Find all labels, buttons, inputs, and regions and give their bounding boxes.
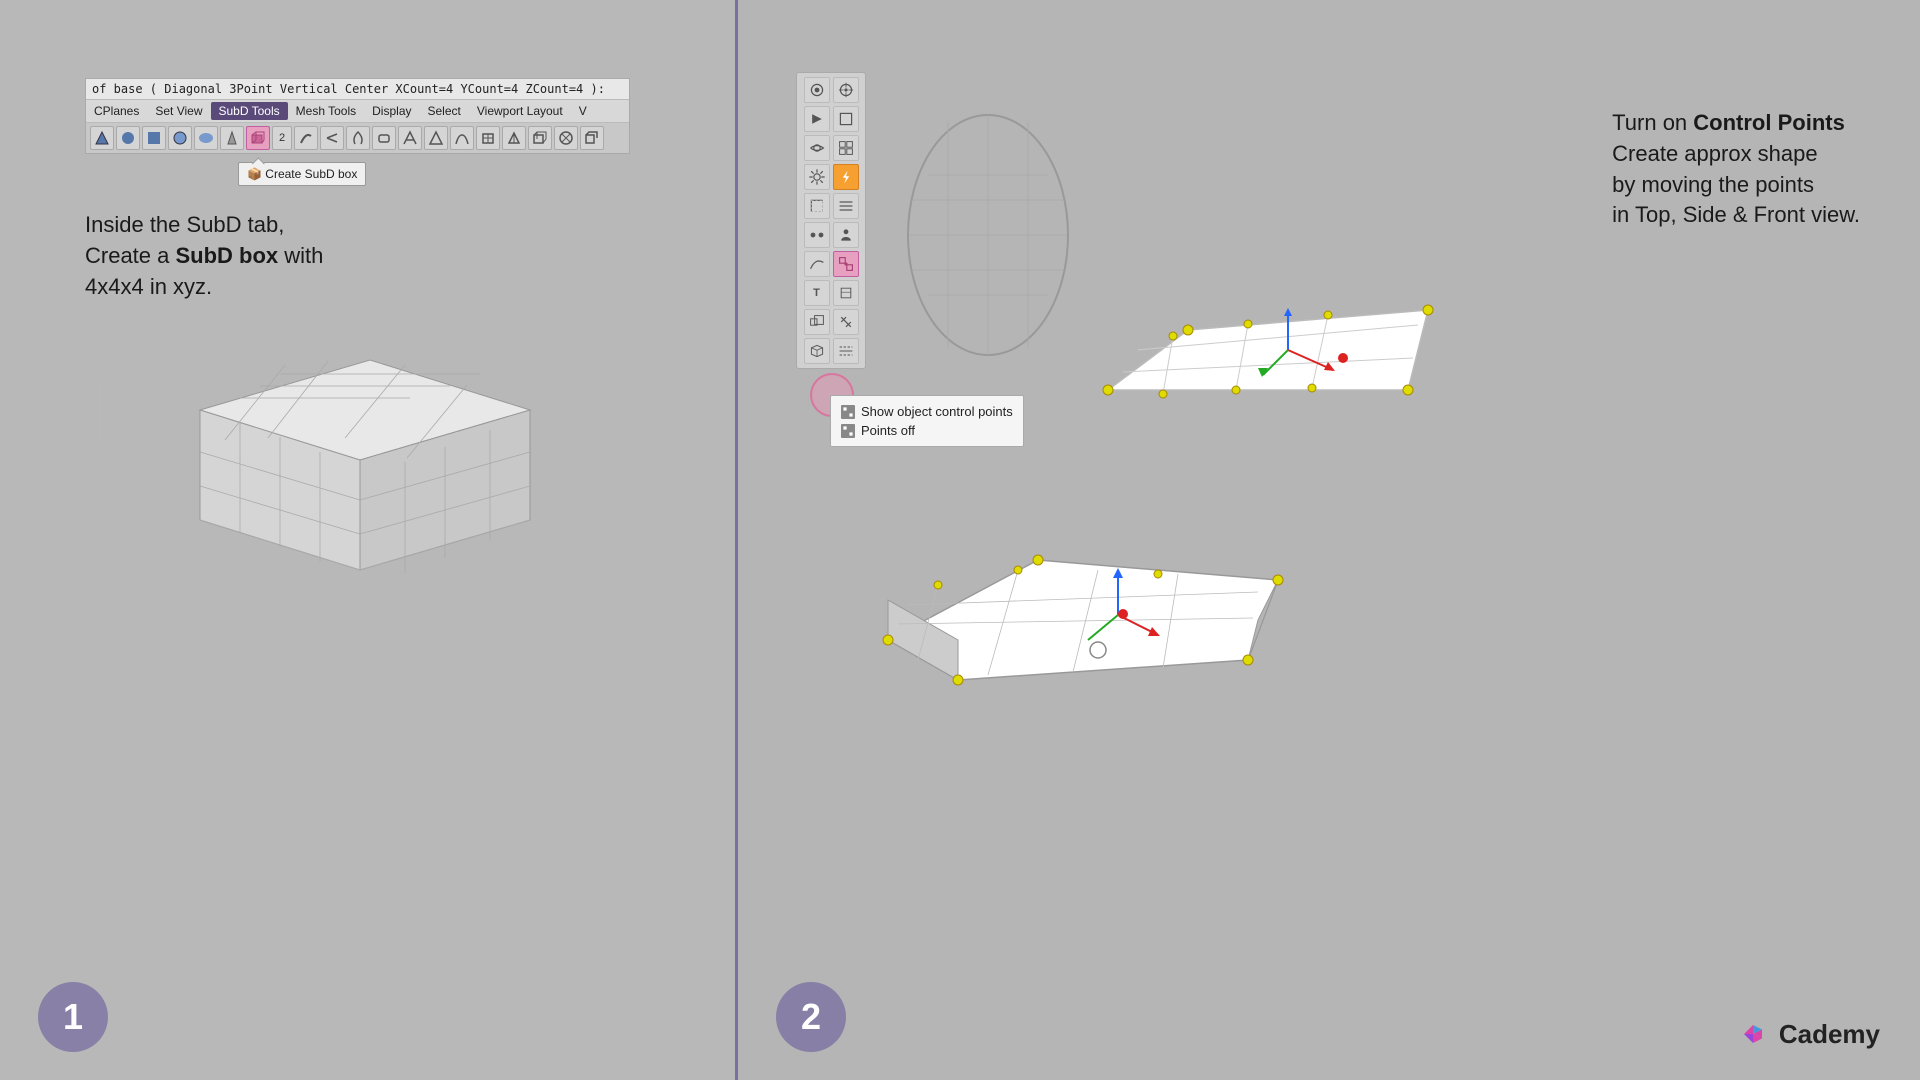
menu-setview[interactable]: Set View <box>147 102 210 120</box>
step-number-2: 2 <box>776 982 846 1052</box>
rt-btn-lines[interactable] <box>833 193 859 219</box>
rt-row-7 <box>801 251 861 277</box>
tool-btn-4[interactable] <box>168 126 192 150</box>
rt-row-9 <box>801 309 861 335</box>
instruction-line2-right: Create approx shape <box>1612 139 1860 170</box>
rt-btn-target[interactable] <box>833 77 859 103</box>
rt-row-10 <box>801 338 861 364</box>
context-item-2-label: Points off <box>861 423 915 438</box>
subd-flat-box-shape <box>1088 250 1448 470</box>
rt-btn-eye[interactable] <box>804 135 830 161</box>
create-subd-box-tooltip: 📦 Create SubD box <box>238 162 366 186</box>
context-show-control-points[interactable]: Show object control points <box>841 402 1013 421</box>
instruction-line1-right: Turn on Control Points <box>1612 108 1860 139</box>
tool-btn-17[interactable] <box>554 126 578 150</box>
rt-row-4 <box>801 164 861 190</box>
rt-btn-link[interactable] <box>833 309 859 335</box>
cademy-icon <box>1735 1016 1771 1052</box>
tool-btn-7[interactable] <box>294 126 318 150</box>
tooltip-text: Create SubD box <box>265 167 357 181</box>
rt-row-1 <box>801 77 861 103</box>
rt-btn-text[interactable]: T <box>804 280 830 306</box>
subd-box-shape <box>100 290 580 610</box>
menu-viewport[interactable]: Viewport Layout <box>469 102 571 120</box>
instruction-text-left: Inside the SubD tab, Create a SubD box w… <box>85 210 323 302</box>
rt-btn-box3d[interactable] <box>804 338 830 364</box>
command-bar: of base ( Diagonal 3Point Vertical Cente… <box>86 79 629 100</box>
rt-btn-flash[interactable] <box>833 164 859 190</box>
rt-row-8: T <box>801 280 861 306</box>
rt-btn-points[interactable] <box>833 251 859 277</box>
rt-btn-grid[interactable] <box>833 135 859 161</box>
tool-btn-subd-box[interactable] <box>246 126 270 150</box>
menu-subdtools[interactable]: SubD Tools <box>211 102 288 120</box>
rt-btn-curve[interactable] <box>804 251 830 277</box>
rt-btn-person[interactable] <box>833 222 859 248</box>
right-panel: T <box>738 0 1920 1080</box>
menu-select[interactable]: Select <box>420 102 469 120</box>
rt-btn-arrow[interactable] <box>804 106 830 132</box>
context-menu: Show object control points Points off <box>830 395 1024 447</box>
context-icon-2 <box>841 424 855 438</box>
subd-bottom-shape <box>858 440 1298 700</box>
rt-row-3 <box>801 135 861 161</box>
rt-btn-quad[interactable] <box>804 309 830 335</box>
tool-btn-14[interactable] <box>476 126 500 150</box>
subd-oval-shape <box>888 80 1088 380</box>
right-instruction-text: Turn on Control Points Create approx sha… <box>1612 108 1860 231</box>
menu-bar: CPlanes Set View SubD Tools Mesh Tools D… <box>86 100 629 123</box>
tool-btn-6[interactable] <box>220 126 244 150</box>
context-points-off[interactable]: Points off <box>841 421 1013 440</box>
rt-btn-dots[interactable] <box>804 222 830 248</box>
rt-btn-circle[interactable] <box>804 77 830 103</box>
instruction-line3-right: by moving the points <box>1612 170 1860 201</box>
cademy-text: Cademy <box>1779 1019 1880 1050</box>
rt-row-5 <box>801 193 861 219</box>
instruction-line2: Create a SubD box with <box>85 241 323 272</box>
tool-btn-11[interactable] <box>398 126 422 150</box>
main-container: of base ( Diagonal 3Point Vertical Cente… <box>0 0 1920 1080</box>
menu-display[interactable]: Display <box>364 102 419 120</box>
tool-btn-2[interactable] <box>116 126 140 150</box>
tool-btn-16[interactable] <box>528 126 552 150</box>
context-item-1-label: Show object control points <box>861 404 1013 419</box>
right-toolbar: T <box>796 72 866 369</box>
rt-btn-dash[interactable] <box>833 338 859 364</box>
tool-btn-12[interactable] <box>424 126 448 150</box>
tool-btn-15[interactable] <box>502 126 526 150</box>
rt-row-2 <box>801 106 861 132</box>
tool-btn-num[interactable]: 2 <box>272 126 292 150</box>
rt-btn-rect[interactable] <box>833 106 859 132</box>
tool-btn-5[interactable] <box>194 126 218 150</box>
toolbar-area: of base ( Diagonal 3Point Vertical Cente… <box>85 78 630 154</box>
context-icon-1 <box>841 405 855 419</box>
tool-btn-3[interactable] <box>142 126 166 150</box>
instruction-line1: Inside the SubD tab, <box>85 210 323 241</box>
menu-v[interactable]: V <box>571 102 595 120</box>
menu-cplanes[interactable]: CPlanes <box>86 102 147 120</box>
instruction-line4-right: in Top, Side & Front view. <box>1612 200 1860 231</box>
tool-row: 2 <box>86 123 629 153</box>
tool-btn-10[interactable] <box>372 126 396 150</box>
tool-btn-1[interactable] <box>90 126 114 150</box>
tool-btn-13[interactable] <box>450 126 474 150</box>
rt-btn-blank[interactable] <box>833 280 859 306</box>
rt-btn-corner[interactable] <box>804 193 830 219</box>
tool-btn-18[interactable] <box>580 126 604 150</box>
rt-btn-gear[interactable] <box>804 164 830 190</box>
step-number-1: 1 <box>38 982 108 1052</box>
menu-meshtools[interactable]: Mesh Tools <box>288 102 364 120</box>
tool-btn-8[interactable] <box>320 126 344 150</box>
tool-btn-9[interactable] <box>346 126 370 150</box>
cademy-logo: Cademy <box>1735 1016 1880 1052</box>
left-panel: of base ( Diagonal 3Point Vertical Cente… <box>0 0 735 1080</box>
rt-row-6 <box>801 222 861 248</box>
